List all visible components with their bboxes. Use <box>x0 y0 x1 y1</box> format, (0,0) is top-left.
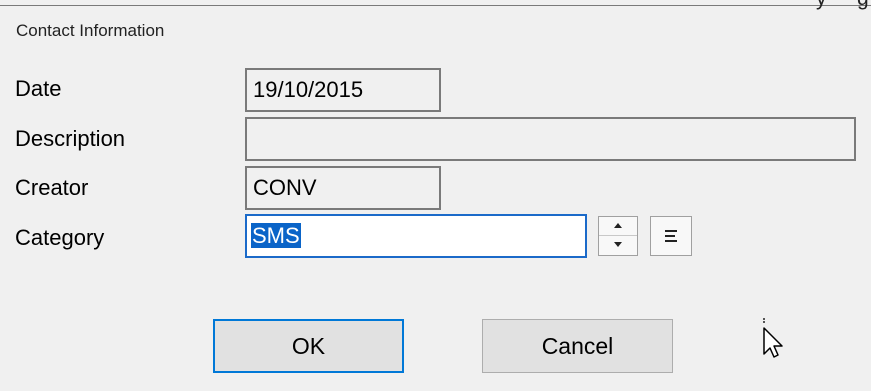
mouse-pointer-icon <box>763 318 783 358</box>
creator-field[interactable]: CONV <box>245 166 441 210</box>
description-field[interactable] <box>245 117 856 161</box>
arrow-up-icon <box>614 223 622 228</box>
category-label: Category <box>15 225 105 250</box>
ok-button[interactable]: OK <box>213 319 404 373</box>
description-label: Description <box>15 126 126 151</box>
category-field[interactable]: SMS <box>245 214 587 258</box>
category-spinner[interactable] <box>598 216 638 256</box>
window-top-border <box>0 5 871 6</box>
spinner-down-button[interactable] <box>599 236 637 255</box>
section-caption: Contact Information <box>16 21 165 40</box>
date-label: Date <box>15 76 62 101</box>
contact-information-dialog: y g Contact Information Date 19/10/2015 … <box>0 0 871 391</box>
arrow-down-icon <box>614 242 622 247</box>
title-fragment-right: g <box>857 0 869 11</box>
category-selected-text: SMS <box>251 223 301 248</box>
title-fragment: y <box>816 0 827 11</box>
category-list-button[interactable] <box>650 216 692 256</box>
cancel-button[interactable]: Cancel <box>482 319 673 373</box>
spinner-up-button[interactable] <box>599 217 637 236</box>
date-field[interactable]: 19/10/2015 <box>245 68 441 112</box>
creator-label: Creator <box>15 175 89 200</box>
